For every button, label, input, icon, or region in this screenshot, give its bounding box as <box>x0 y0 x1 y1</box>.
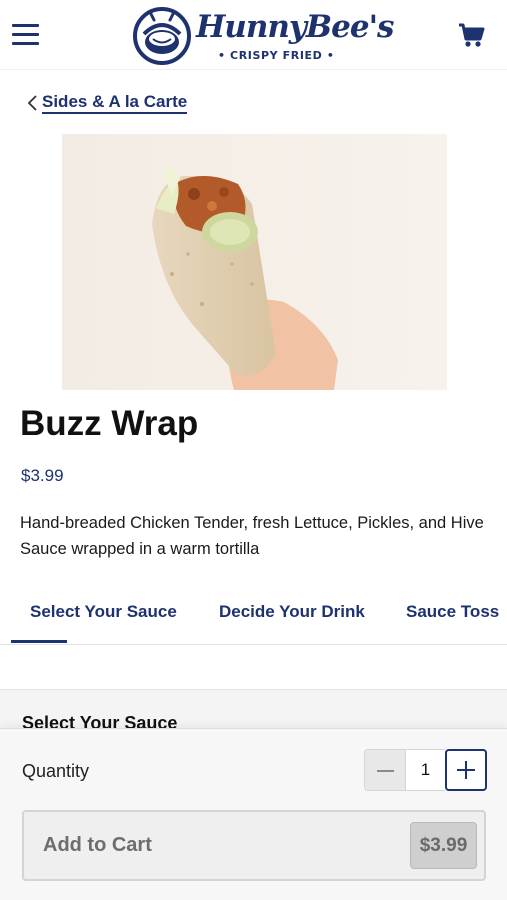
customization-tabs: Select Your Sauce Decide Your Drink Sauc… <box>0 588 507 645</box>
chevron-left-icon <box>27 95 37 111</box>
hamburger-menu-icon[interactable] <box>12 22 39 46</box>
product-title: Buzz Wrap <box>20 404 199 443</box>
breadcrumb-link[interactable]: Sides & A la Carte <box>42 93 188 114</box>
logo-tagline: • CRISPY FRIED • <box>218 49 335 62</box>
shopping-cart-icon[interactable] <box>457 21 485 49</box>
quantity-label: Quantity <box>22 761 90 781</box>
product-price: $3.99 <box>21 466 64 485</box>
product-image <box>62 134 447 390</box>
quantity-value: 1 <box>406 749 445 791</box>
logo-wordmark: HunnyBee's <box>196 9 395 45</box>
order-bottom-sheet: Quantity 1 Add to Cart $3.99 <box>0 728 507 900</box>
active-tab-indicator <box>11 640 67 643</box>
increase-quantity-button[interactable] <box>445 749 487 791</box>
tab-decide-your-drink[interactable]: Decide Your Drink <box>219 602 365 622</box>
tab-select-your-sauce[interactable]: Select Your Sauce <box>30 602 177 622</box>
quantity-stepper: 1 <box>364 749 487 791</box>
add-to-cart-button[interactable]: Add to Cart $3.99 <box>22 810 486 881</box>
brand-logo[interactable]: HunnyBee's • CRISPY FRIED • <box>132 5 395 65</box>
decrease-quantity-button[interactable] <box>364 749 406 791</box>
add-to-cart-price: $3.99 <box>410 822 477 869</box>
bee-mascot-icon <box>133 7 191 65</box>
product-description: Hand-breaded Chicken Tender, fresh Lettu… <box>20 514 484 558</box>
app-header: HunnyBee's • CRISPY FRIED • <box>0 0 507 70</box>
tab-sauce-toss[interactable]: Sauce Toss <box>406 602 499 622</box>
add-to-cart-label: Add to Cart <box>43 834 152 856</box>
